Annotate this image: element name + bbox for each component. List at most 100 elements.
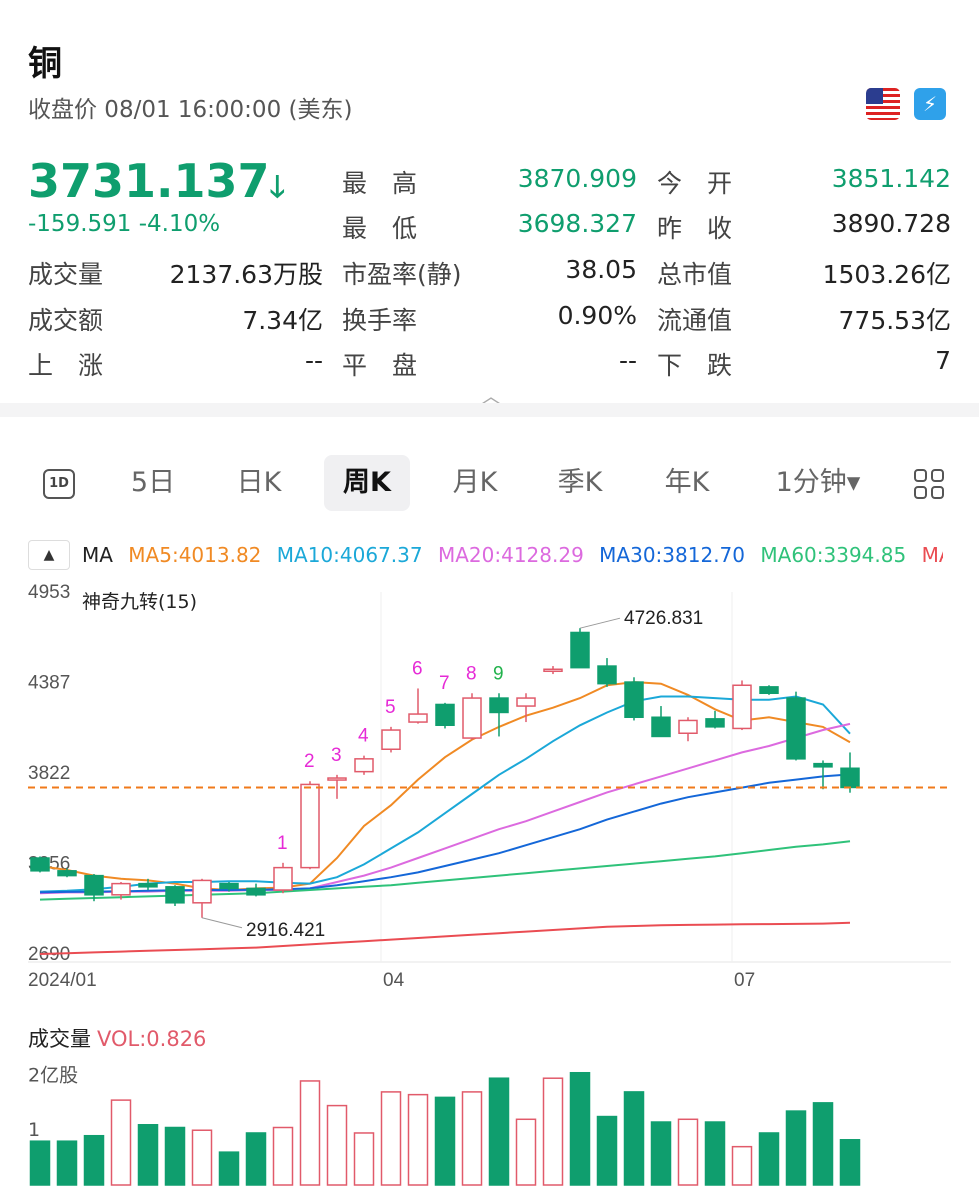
candle-body bbox=[570, 631, 590, 669]
ma20-value: MA20:4128.29 bbox=[437, 543, 584, 567]
stock-name: 铜 bbox=[28, 44, 62, 84]
volume-bar bbox=[245, 1132, 267, 1186]
candle-body bbox=[651, 716, 671, 738]
grid-menu-icon[interactable] bbox=[914, 469, 946, 501]
volume-bar bbox=[191, 1129, 213, 1186]
stat-value: 3890.728 bbox=[831, 209, 951, 238]
tab-minute-dropdown[interactable]: 1分钟▾ bbox=[763, 455, 873, 511]
volume-bar bbox=[110, 1099, 132, 1186]
kline-chart[interactable]: 495343873822325626902024/010407神奇九转(15)1… bbox=[0, 578, 979, 998]
candle-body bbox=[435, 703, 455, 727]
level2-badge-icon[interactable]: ⚡ bbox=[914, 88, 946, 120]
stat-label: 流通值 bbox=[657, 306, 733, 335]
low-annotation-line bbox=[201, 917, 243, 929]
stat-label: 市盈率(静) bbox=[342, 260, 462, 289]
ma10-value: MA10:4067.37 bbox=[276, 543, 423, 567]
candle-body bbox=[30, 857, 50, 872]
volume-bar bbox=[839, 1139, 861, 1186]
candle-body bbox=[300, 783, 320, 869]
candle-body bbox=[408, 713, 428, 723]
stat-label: 最 高 bbox=[342, 169, 418, 198]
candle-body bbox=[462, 697, 482, 739]
close-time: 收盘价 08/01 16:00:00 (美东) bbox=[28, 97, 353, 123]
ma120-value: MA120:2857.40 bbox=[921, 543, 943, 567]
volume-bar bbox=[29, 1140, 51, 1186]
volume-bar bbox=[461, 1091, 483, 1186]
candle-body bbox=[111, 882, 131, 896]
volume-bar bbox=[272, 1126, 294, 1186]
volume-bar bbox=[812, 1102, 834, 1186]
candle-body bbox=[273, 866, 293, 891]
x-tick-label: 07 bbox=[734, 970, 755, 991]
period-tabs: 1D 5日 日K 周K 月K 季K 年K 1分钟▾ bbox=[0, 455, 979, 517]
volume-bar bbox=[623, 1091, 645, 1186]
stat-value: 7.34亿 bbox=[242, 306, 323, 335]
volume-bar bbox=[731, 1145, 753, 1186]
candle-body bbox=[489, 697, 509, 714]
stat-label: 昨 收 bbox=[657, 214, 733, 243]
stat-value: 0.90% bbox=[557, 301, 637, 330]
volume-bar bbox=[137, 1124, 159, 1186]
volume-y-tick: 1 bbox=[28, 1119, 40, 1141]
volume-bar bbox=[488, 1077, 510, 1186]
stat-value: 2137.63万股 bbox=[169, 260, 323, 289]
nine-turn-label: 9 bbox=[493, 663, 504, 684]
tab-1d[interactable]: 1D bbox=[43, 469, 75, 499]
volume-bar bbox=[569, 1071, 591, 1186]
stat-label: 成交额 bbox=[28, 306, 104, 335]
x-tick-label: 2024/01 bbox=[28, 970, 97, 991]
stat-label: 最 低 bbox=[342, 214, 418, 243]
ma-toggle-button[interactable]: ▲ bbox=[28, 540, 70, 570]
volume-chart[interactable]: 2亿股 1 bbox=[0, 1060, 979, 1200]
tab-week-k[interactable]: 周K bbox=[324, 455, 410, 511]
candle-body bbox=[840, 767, 860, 789]
nine-turn-label: 8 bbox=[466, 663, 477, 684]
candle-body bbox=[732, 684, 752, 730]
tab-day-k[interactable]: 日K bbox=[224, 455, 294, 511]
tab-quarter-k[interactable]: 季K bbox=[545, 455, 615, 511]
y-tick-label: 4387 bbox=[28, 673, 70, 694]
volume-bar bbox=[515, 1118, 537, 1186]
volume-bar bbox=[407, 1093, 429, 1186]
volume-bar bbox=[326, 1104, 348, 1186]
volume-legend: 成交量 VOL:0.826 bbox=[28, 1023, 206, 1053]
ma-label: MA bbox=[82, 543, 113, 567]
tab-5d[interactable]: 5日 bbox=[118, 455, 188, 511]
volume-bar bbox=[677, 1118, 699, 1186]
down-arrow-icon: 🡓 bbox=[269, 170, 286, 205]
ma-legend: ▲ MA MA5:4013.82 MA10:4067.37 MA20:4128.… bbox=[28, 540, 943, 570]
candle-body bbox=[57, 870, 77, 877]
candle-body bbox=[192, 879, 212, 904]
volume-bar bbox=[164, 1126, 186, 1186]
stat-label: 换手率 bbox=[342, 306, 418, 335]
tab-year-k[interactable]: 年K bbox=[652, 455, 722, 511]
volume-bar bbox=[380, 1091, 402, 1186]
volume-bar bbox=[299, 1080, 321, 1186]
price-value: 3731.137 bbox=[28, 154, 270, 208]
stat-value: 3851.142 bbox=[831, 164, 951, 193]
stat-value: 775.53亿 bbox=[838, 306, 951, 335]
nine-turn-label: 4 bbox=[358, 726, 369, 747]
candle-body bbox=[165, 886, 185, 904]
candle-body bbox=[759, 686, 779, 695]
volume-bar bbox=[56, 1140, 78, 1186]
volume-bar bbox=[704, 1121, 726, 1186]
nine-turn-label: 7 bbox=[439, 673, 450, 694]
candle-body bbox=[381, 729, 401, 750]
stat-value: -- bbox=[618, 346, 637, 375]
volume-bar bbox=[434, 1096, 456, 1186]
candle-body bbox=[516, 697, 536, 707]
stat-label: 总市值 bbox=[657, 260, 733, 289]
tab-month-k[interactable]: 月K bbox=[440, 455, 510, 511]
nine-turn-label: 3 bbox=[331, 745, 342, 766]
y-tick-label: 4953 bbox=[28, 582, 70, 603]
nine-turn-label: 5 bbox=[385, 697, 396, 718]
candle-body bbox=[219, 882, 239, 890]
ma60-value: MA60:3394.85 bbox=[760, 543, 907, 567]
candle-body bbox=[354, 758, 374, 773]
volume-bar bbox=[218, 1151, 240, 1186]
candle-body bbox=[138, 882, 158, 888]
ma-line-ma120 bbox=[39, 921, 851, 955]
candle-body bbox=[705, 718, 725, 728]
y-tick-label: 3822 bbox=[28, 763, 70, 784]
